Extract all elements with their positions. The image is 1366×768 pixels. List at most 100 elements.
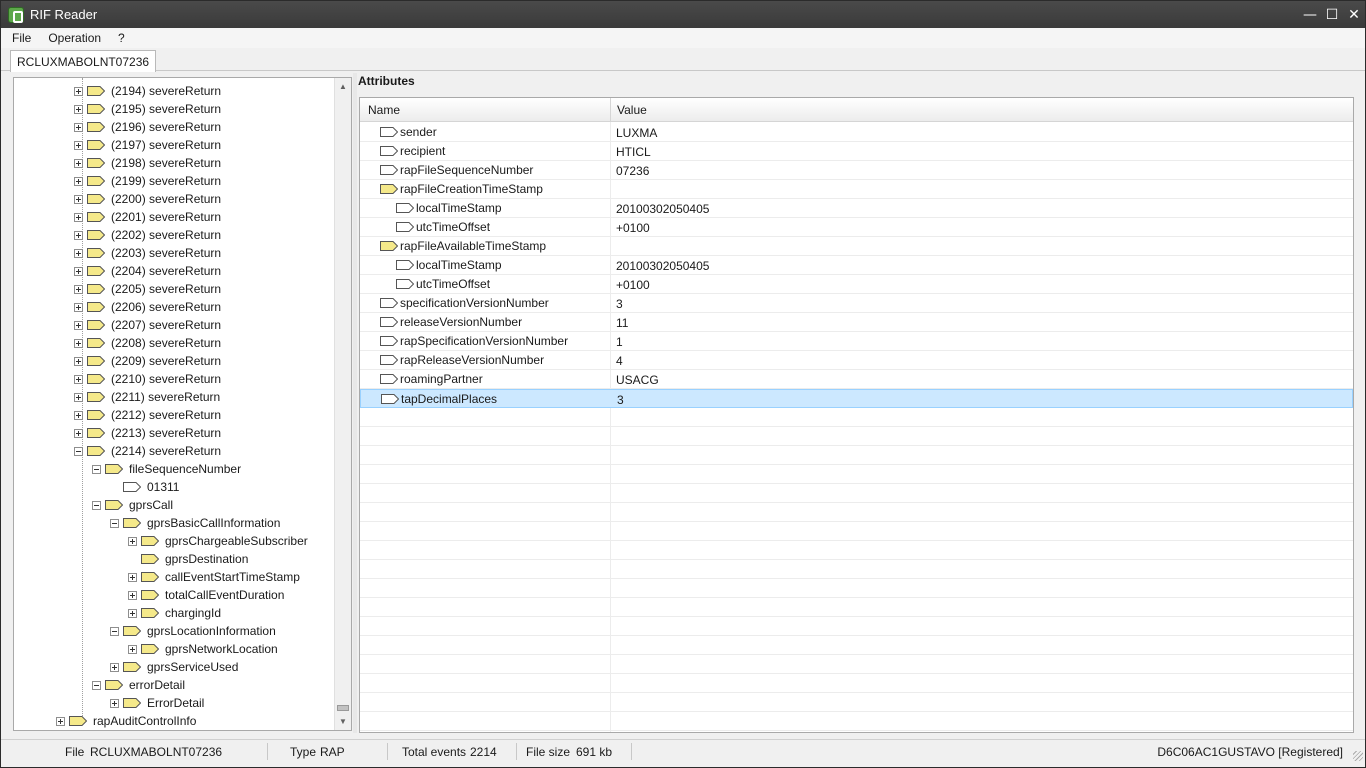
attribute-row[interactable]: tapDecimalPlaces 3 bbox=[360, 389, 1353, 408]
expand-icon[interactable] bbox=[128, 608, 137, 618]
panel-splitter[interactable] bbox=[353, 73, 357, 733]
expand-icon[interactable] bbox=[74, 356, 83, 366]
tree-item-severe-return[interactable]: (2204) severeReturn bbox=[74, 262, 221, 280]
tree-item-call-event-start-timestamp[interactable]: callEventStartTimeStamp bbox=[128, 568, 300, 586]
tree-item-gprs-chargeable-subscriber[interactable]: gprsChargeableSubscriber bbox=[128, 532, 308, 550]
tree-item-severe-return[interactable]: (2211) severeReturn bbox=[74, 388, 220, 406]
tree-item-severe-return[interactable]: (2196) severeReturn bbox=[74, 118, 221, 136]
expand-icon[interactable] bbox=[74, 302, 83, 312]
attribute-row[interactable]: utcTimeOffset +0100 bbox=[360, 275, 1353, 294]
tree-item-severe-return[interactable]: (2207) severeReturn bbox=[74, 316, 221, 334]
scroll-down-icon[interactable]: ▼ bbox=[335, 713, 351, 730]
menu-operation[interactable]: Operation bbox=[42, 31, 107, 45]
tree-item-file-sequence-number[interactable]: fileSequenceNumber bbox=[92, 460, 241, 478]
minimize-button[interactable]: — bbox=[1299, 1, 1321, 28]
expand-icon[interactable] bbox=[110, 698, 119, 708]
scroll-thumb[interactable] bbox=[337, 705, 349, 711]
attribute-row[interactable]: rapReleaseVersionNumber 4 bbox=[360, 351, 1353, 370]
attribute-row[interactable]: sender LUXMA bbox=[360, 123, 1353, 142]
close-button[interactable]: ✕ bbox=[1343, 1, 1365, 28]
expand-icon[interactable] bbox=[74, 248, 83, 258]
expand-icon[interactable] bbox=[74, 338, 83, 348]
expand-icon[interactable] bbox=[74, 212, 83, 222]
tree-item-gprs-destination[interactable]: gprsDestination bbox=[128, 550, 248, 568]
expand-icon[interactable] bbox=[74, 140, 83, 150]
collapse-icon[interactable] bbox=[74, 446, 83, 456]
scroll-up-icon[interactable]: ▲ bbox=[335, 78, 351, 95]
expand-icon[interactable] bbox=[128, 590, 137, 600]
tree-item-severe-return[interactable]: (2202) severeReturn bbox=[74, 226, 221, 244]
menu-file[interactable]: File bbox=[6, 31, 37, 45]
tree-item-severe-return[interactable]: (2203) severeReturn bbox=[74, 244, 221, 262]
expand-icon[interactable] bbox=[74, 230, 83, 240]
expand-icon[interactable] bbox=[74, 122, 83, 132]
attribute-row[interactable]: releaseVersionNumber 11 bbox=[360, 313, 1353, 332]
expand-icon[interactable] bbox=[74, 194, 83, 204]
tree-item-error-detail-child[interactable]: ErrorDetail bbox=[110, 694, 204, 712]
attribute-row[interactable]: rapFileCreationTimeStamp bbox=[360, 180, 1353, 199]
tree-item-gprs-call[interactable]: gprsCall bbox=[92, 496, 173, 514]
tree-scrollbar[interactable]: ▲ ▼ bbox=[334, 78, 351, 730]
tree-item-severe-return[interactable]: (2209) severeReturn bbox=[74, 352, 221, 370]
attribute-row[interactable]: utcTimeOffset +0100 bbox=[360, 218, 1353, 237]
attribute-row[interactable]: roamingPartner USACG bbox=[360, 370, 1353, 389]
expand-icon[interactable] bbox=[110, 662, 119, 672]
expand-icon[interactable] bbox=[74, 86, 83, 96]
attribute-row[interactable]: localTimeStamp 20100302050405 bbox=[360, 199, 1353, 218]
attribute-row[interactable]: rapFileSequenceNumber 07236 bbox=[360, 161, 1353, 180]
tree-item-severe-return[interactable]: (2208) severeReturn bbox=[74, 334, 221, 352]
expand-icon[interactable] bbox=[56, 716, 65, 726]
tree-item-severe-return[interactable]: (2205) severeReturn bbox=[74, 280, 221, 298]
collapse-icon[interactable] bbox=[110, 518, 119, 528]
expand-icon[interactable] bbox=[74, 428, 83, 438]
expand-icon[interactable] bbox=[74, 176, 83, 186]
attributes-grid[interactable]: Name Value sender LUXMA recipient HTICL rapF… bbox=[359, 97, 1354, 733]
expand-icon[interactable] bbox=[74, 392, 83, 402]
expand-icon[interactable] bbox=[74, 410, 83, 420]
menu-help[interactable]: ? bbox=[112, 31, 131, 45]
column-header-value[interactable]: Value bbox=[617, 103, 647, 117]
tree-item-gprs-service-used[interactable]: gprsServiceUsed bbox=[110, 658, 238, 676]
tree-item-severe-return-expanded[interactable]: (2214) severeReturn bbox=[74, 442, 221, 460]
tree-item-severe-return[interactable]: (2206) severeReturn bbox=[74, 298, 221, 316]
expand-icon[interactable] bbox=[74, 374, 83, 384]
collapse-icon[interactable] bbox=[92, 464, 101, 474]
attribute-row[interactable]: recipient HTICL bbox=[360, 142, 1353, 161]
resize-grip-icon[interactable] bbox=[1353, 751, 1363, 761]
expand-icon[interactable] bbox=[74, 158, 83, 168]
tree-item-charging-id[interactable]: chargingId bbox=[128, 604, 221, 622]
tree-view[interactable]: ▲ ▼ (2194) severeReturn (2195) severeRetu… bbox=[13, 77, 352, 731]
tab-document[interactable]: RCLUXMABOLNT07236 bbox=[10, 50, 157, 72]
tree-item-severe-return[interactable]: (2199) severeReturn bbox=[74, 172, 221, 190]
title-bar[interactable]: RIF Reader — ☐ ✕ bbox=[1, 1, 1365, 28]
tree-item-gprs-network-location[interactable]: gprsNetworkLocation bbox=[128, 640, 278, 658]
tree-item-severe-return[interactable]: (2194) severeReturn bbox=[74, 82, 221, 100]
tree-item-gprs-location-information[interactable]: gprsLocationInformation bbox=[110, 622, 276, 640]
tree-item-severe-return[interactable]: (2212) severeReturn bbox=[74, 406, 221, 424]
attribute-row[interactable]: specificationVersionNumber 3 bbox=[360, 294, 1353, 313]
tree-item-rap-audit-control-info[interactable]: rapAuditControlInfo bbox=[56, 712, 196, 730]
tree-item-severe-return[interactable]: (2201) severeReturn bbox=[74, 208, 221, 226]
expand-icon[interactable] bbox=[74, 104, 83, 114]
attribute-row[interactable]: rapFileAvailableTimeStamp bbox=[360, 237, 1353, 256]
collapse-icon[interactable] bbox=[92, 500, 101, 510]
expand-icon[interactable] bbox=[74, 320, 83, 330]
expand-icon[interactable] bbox=[128, 644, 137, 654]
tree-item-severe-return[interactable]: (2197) severeReturn bbox=[74, 136, 221, 154]
expand-icon[interactable] bbox=[128, 572, 137, 582]
tree-item-total-call-event-duration[interactable]: totalCallEventDuration bbox=[128, 586, 284, 604]
attribute-row[interactable]: localTimeStamp 20100302050405 bbox=[360, 256, 1353, 275]
column-header-name[interactable]: Name bbox=[368, 103, 400, 117]
tree-item-error-detail[interactable]: errorDetail bbox=[92, 676, 185, 694]
collapse-icon[interactable] bbox=[110, 626, 119, 636]
tree-item-severe-return[interactable]: (2200) severeReturn bbox=[74, 190, 221, 208]
maximize-button[interactable]: ☐ bbox=[1321, 1, 1343, 28]
tree-item-severe-return[interactable]: (2198) severeReturn bbox=[74, 154, 221, 172]
expand-icon[interactable] bbox=[128, 536, 137, 546]
expand-icon[interactable] bbox=[74, 266, 83, 276]
tree-item-severe-return[interactable]: (2210) severeReturn bbox=[74, 370, 221, 388]
tree-item-severe-return[interactable]: (2213) severeReturn bbox=[74, 424, 221, 442]
collapse-icon[interactable] bbox=[92, 680, 101, 690]
tree-item-file-sequence-value[interactable]: 01311 bbox=[110, 478, 179, 496]
tree-item-severe-return[interactable]: (2195) severeReturn bbox=[74, 100, 221, 118]
